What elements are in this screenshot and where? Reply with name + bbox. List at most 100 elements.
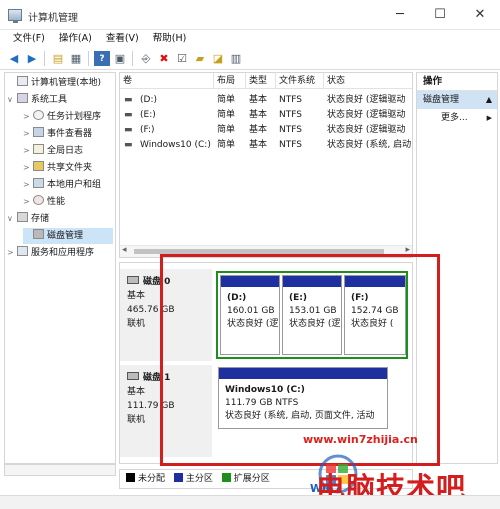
volume-icon: ▬ <box>124 110 133 120</box>
tree-item-performance[interactable]: > 性能 <box>23 194 65 210</box>
show-hide-tree-icon[interactable]: ▦ <box>68 51 84 66</box>
connect-icon[interactable]: ⎆ <box>138 51 154 66</box>
minimize-button[interactable]: ─ <box>380 4 420 26</box>
cell-filesystem: NTFS <box>279 110 302 120</box>
window-title: 计算机管理 <box>28 13 78 24</box>
tree-item-label: 性能 <box>47 197 66 207</box>
tree-item-storage[interactable]: ∨ 存储 <box>7 211 49 227</box>
disk-icon <box>127 276 139 284</box>
check-icon[interactable]: ☑ <box>174 51 190 66</box>
delete-icon[interactable]: ✖ <box>156 51 172 66</box>
tree-item-label: 服务和应用程序 <box>31 248 95 258</box>
tree-item-task-scheduler[interactable]: > 任务计划程序 <box>23 109 101 125</box>
performance-icon <box>33 195 44 205</box>
volume-list: 卷 布局 类型 文件系统 状态 ▬ (D:) 简单 基本 NTFS 状态良好 (… <box>119 72 413 258</box>
maximize-button[interactable]: ☐ <box>420 4 460 26</box>
chevron-down-icon[interactable]: ∨ <box>7 92 17 108</box>
collapse-arrow-icon[interactable]: ▲ <box>486 91 492 109</box>
tree-item-event-viewer[interactable]: > 事件查看器 <box>23 126 92 142</box>
section-label: 磁盘管理 <box>423 95 460 105</box>
column-header-filesystem[interactable]: 文件系统 <box>276 73 324 89</box>
cell-layout: 简单 <box>217 110 236 120</box>
table-row[interactable]: ▬ (F:) 简单 基本 NTFS 状态良好 (逻辑驱动 <box>120 123 412 138</box>
table-row[interactable]: ▬ (D:) 简单 基本 NTFS 状态良好 (逻辑驱动 <box>120 93 412 108</box>
cell-filesystem: NTFS <box>279 125 302 135</box>
chevron-down-icon[interactable]: ∨ <box>7 211 17 227</box>
disk-management-icon <box>33 229 44 239</box>
up-folder-icon[interactable]: ▤ <box>50 51 66 66</box>
volume-icon: ▬ <box>124 95 133 105</box>
volume-list-header: 卷 布局 类型 文件系统 状态 <box>120 73 412 89</box>
event-viewer-icon <box>33 127 44 137</box>
column-header-status[interactable]: 状态 <box>324 73 412 89</box>
volume-icon: ▬ <box>124 140 133 150</box>
chevron-right-icon[interactable]: > <box>7 245 17 261</box>
back-icon[interactable]: ◀ <box>6 51 22 66</box>
chevron-right-icon[interactable]: > <box>23 109 33 125</box>
table-row[interactable]: ▬ Windows10 (C:) 简单 基本 NTFS 状态良好 (系统, 启动 <box>120 138 412 153</box>
tree-item-label: 全局日志 <box>47 146 84 156</box>
tree-item-label: 任务计划程序 <box>47 112 102 122</box>
chevron-right-icon[interactable]: > <box>23 126 33 142</box>
column-header-type[interactable]: 类型 <box>246 73 276 89</box>
cell-layout: 简单 <box>217 140 236 150</box>
legend-label: 未分配 <box>138 474 166 484</box>
tree-item-global-logs[interactable]: > 全局日志 <box>23 143 83 159</box>
cell-type: 基本 <box>249 110 268 120</box>
tree-item-shared-folders[interactable]: > 共享文件夹 <box>23 160 92 176</box>
actions-title: 操作 <box>417 73 497 91</box>
tools-icon <box>17 93 28 103</box>
navigation-tree: 计算机管理(本地) ∨ 系统工具 > 任务计划程序 > 事件查看器 > 全局日志 > 共享… <box>4 72 116 464</box>
menu-view[interactable]: 查看(V) <box>99 30 146 48</box>
menu-help[interactable]: 帮助(H) <box>146 30 194 48</box>
actions-section-disk-management[interactable]: 磁盘管理 ▲ <box>417 91 497 109</box>
title-bar: 计算机管理 ─ ☐ ✕ <box>0 0 500 30</box>
cell-status: 状态良好 (逻辑驱动 <box>327 125 406 135</box>
close-button[interactable]: ✕ <box>460 4 500 26</box>
tree-item-label: 系统工具 <box>31 95 68 105</box>
more-label: 更多... <box>441 113 468 123</box>
status-bar <box>0 495 500 509</box>
folder-open-icon[interactable]: ▰ <box>192 51 208 66</box>
cell-volume: (D:) <box>140 95 157 105</box>
tree-item-label: 磁盘管理 <box>47 231 84 241</box>
menu-action[interactable]: 操作(A) <box>52 30 99 48</box>
chevron-right-icon[interactable]: > <box>23 194 33 210</box>
watermark-url: www.win7zhijia.cn <box>303 433 418 446</box>
tree-item-local-users[interactable]: > 本地用户和组 <box>23 177 101 193</box>
shared-folder-icon <box>33 161 44 171</box>
cell-filesystem: NTFS <box>279 95 302 105</box>
cell-layout: 简单 <box>217 95 236 105</box>
help-icon[interactable]: ? <box>94 51 110 66</box>
tree-item-label: 共享文件夹 <box>47 163 93 173</box>
tree-scrollbar[interactable] <box>4 464 116 476</box>
menu-file[interactable]: 文件(F) <box>6 30 52 48</box>
toolbar-separator <box>44 51 45 66</box>
chevron-right-icon[interactable]: > <box>23 160 33 176</box>
log-icon <box>33 144 44 154</box>
submenu-arrow-icon: ▶ <box>486 114 492 122</box>
forward-icon[interactable]: ▶ <box>24 51 40 66</box>
folder-search-icon[interactable]: ◪ <box>210 51 226 66</box>
legend-label: 主分区 <box>185 474 213 484</box>
chevron-right-icon[interactable]: > <box>23 177 33 193</box>
volume-icon: ▬ <box>124 125 133 135</box>
legend-label: 扩展分区 <box>233 474 270 484</box>
tree-item-computer-management[interactable]: 计算机管理(本地) <box>7 75 101 91</box>
cell-layout: 简单 <box>217 125 236 135</box>
cell-volume: Windows10 (C:) <box>140 140 211 150</box>
cell-status: 状态良好 (逻辑驱动 <box>327 95 406 105</box>
table-row[interactable]: ▬ (E:) 简单 基本 NTFS 状态良好 (逻辑驱动 <box>120 108 412 123</box>
tree-item-system-tools[interactable]: ∨ 系统工具 <box>7 92 67 108</box>
chevron-right-icon[interactable]: > <box>23 143 33 159</box>
actions-more[interactable]: 更多... ▶ <box>417 109 497 127</box>
column-header-layout[interactable]: 布局 <box>214 73 246 89</box>
column-header-volume[interactable]: 卷 <box>120 73 214 89</box>
cell-type: 基本 <box>249 95 268 105</box>
tree-item-disk-management[interactable]: 磁盘管理 <box>23 228 113 244</box>
tree-item-services-apps[interactable]: > 服务和应用程序 <box>7 245 94 261</box>
tree-item-label: 计算机管理(本地) <box>31 78 102 88</box>
console-icon[interactable]: ▥ <box>228 51 244 66</box>
scroll-left-icon[interactable]: ◂ <box>122 245 127 255</box>
properties-icon[interactable]: ▣ <box>112 51 128 66</box>
